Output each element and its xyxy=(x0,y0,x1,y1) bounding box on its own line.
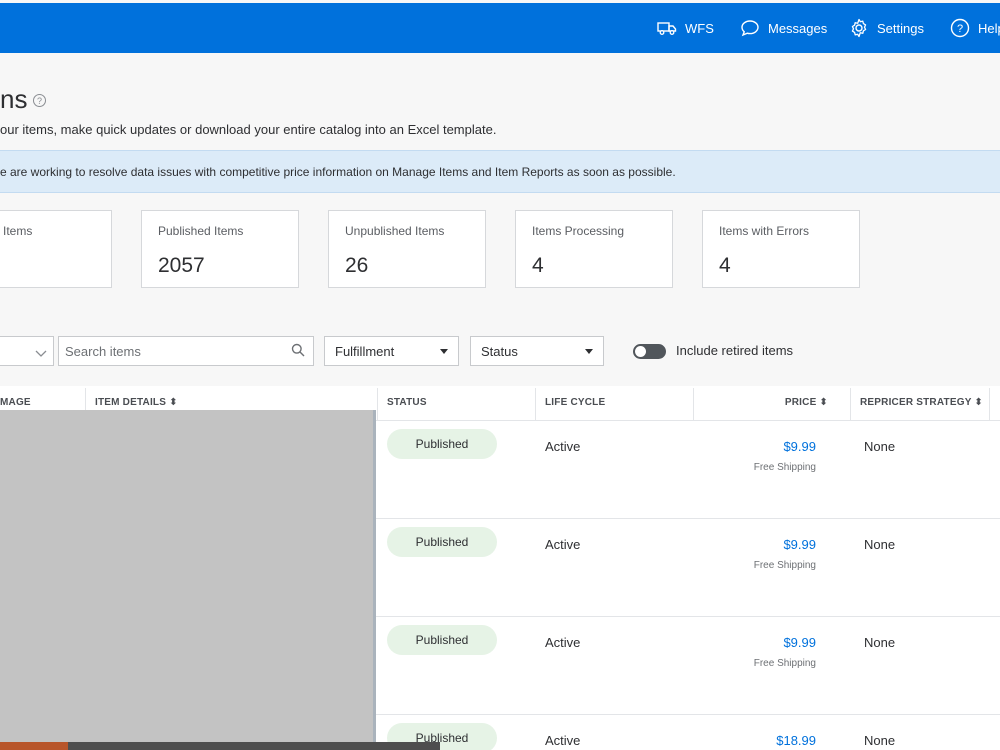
price-link[interactable]: $9.99 xyxy=(783,635,816,650)
caret-down-icon xyxy=(585,349,593,354)
gear-icon xyxy=(849,18,869,38)
help-nav-item[interactable]: ? Help xyxy=(950,3,1000,53)
price-link[interactable]: $9.99 xyxy=(783,439,816,454)
card-unpublished-items[interactable]: Unpublished Items 26 xyxy=(328,210,486,288)
column-header-status: STATUS xyxy=(387,397,427,408)
life-cycle-value: Active xyxy=(545,537,581,552)
status-badge: Published xyxy=(387,429,497,459)
column-divider xyxy=(535,388,536,420)
row-divider xyxy=(376,616,1000,617)
card-items-processing[interactable]: Items Processing 4 xyxy=(515,210,673,288)
wfs-label: WFS xyxy=(685,20,714,36)
card-label: Unpublished Items xyxy=(345,224,445,238)
status-badge: Published xyxy=(387,527,497,557)
card-label: Published Items xyxy=(158,224,244,238)
product-thumbnail[interactable] xyxy=(0,742,68,750)
top-navigation-bar: WFS Messages Settings ? Help xyxy=(0,3,1000,53)
life-cycle-value: Active xyxy=(545,439,581,454)
price-link[interactable]: $18.99 xyxy=(776,733,816,748)
wfs-nav-item[interactable]: WFS xyxy=(657,3,714,53)
status-dropdown[interactable]: Status xyxy=(470,336,604,366)
page-subtitle: our items, make quick updates or downloa… xyxy=(0,122,497,137)
card-label: Items xyxy=(3,224,33,238)
repricer-strategy-value: None xyxy=(864,635,896,650)
card-value: 26 xyxy=(345,254,369,277)
search-placeholder: Search items xyxy=(65,343,141,359)
card-items-with-errors[interactable]: Items with Errors 4 xyxy=(702,210,860,288)
card-all-items[interactable]: Items xyxy=(0,210,112,288)
shipping-text: Free Shipping xyxy=(753,462,816,473)
redacted-item-title xyxy=(68,742,440,750)
card-published-items[interactable]: Published Items 2057 xyxy=(141,210,299,288)
life-cycle-value: Active xyxy=(545,733,581,748)
shipping-text: Free Shipping xyxy=(753,560,816,571)
column-header-image: MAGE xyxy=(0,397,31,408)
toggle-knob xyxy=(635,346,646,357)
card-label: Items Processing xyxy=(532,224,625,238)
column-divider xyxy=(989,388,990,420)
chevron-down-icon xyxy=(35,345,47,363)
caret-down-icon xyxy=(440,349,448,354)
info-help-icon[interactable]: ? xyxy=(33,94,46,107)
svg-text:?: ? xyxy=(957,23,963,35)
fulfillment-dropdown[interactable]: Fulfillment xyxy=(324,336,459,366)
column-header-item-details[interactable]: ITEM DETAILS ⬍ xyxy=(95,397,178,408)
chat-bubble-icon xyxy=(740,19,760,37)
repricer-strategy-value: None xyxy=(864,537,896,552)
status-label: Status xyxy=(481,343,518,359)
fulfillment-label: Fulfillment xyxy=(335,343,395,359)
column-header-repricer-strategy[interactable]: REPRICER STRATEGY ⬍ xyxy=(860,397,983,408)
column-divider xyxy=(850,388,851,420)
search-input[interactable]: Search items xyxy=(58,336,314,366)
help-icon: ? xyxy=(950,18,970,38)
column-divider xyxy=(377,388,378,420)
card-value: 4 xyxy=(719,254,731,277)
truck-icon xyxy=(657,20,677,36)
include-retired-label: Include retired items xyxy=(676,343,794,358)
settings-label: Settings xyxy=(877,20,924,36)
card-label: Items with Errors xyxy=(719,224,810,238)
search-category-select[interactable] xyxy=(0,336,54,366)
notice-text: e are working to resolve data issues wit… xyxy=(0,164,676,179)
row-divider xyxy=(376,518,1000,519)
repricer-strategy-value: None xyxy=(864,439,896,454)
settings-nav-item[interactable]: Settings xyxy=(849,3,924,53)
column-header-life-cycle: LIFE CYCLE xyxy=(545,397,606,408)
life-cycle-value: Active xyxy=(545,635,581,650)
column-divider xyxy=(693,388,694,420)
repricer-strategy-value: None xyxy=(864,733,896,748)
messages-label: Messages xyxy=(768,20,828,36)
column-header-price[interactable]: PRICE ⬍ xyxy=(785,397,828,408)
data-issue-notice-banner: e are working to resolve data issues wit… xyxy=(0,150,1000,193)
shipping-text: Free Shipping xyxy=(753,658,816,669)
price-link[interactable]: $9.99 xyxy=(783,537,816,552)
redacted-item-details-area xyxy=(0,410,376,745)
messages-nav-item[interactable]: Messages xyxy=(740,3,827,53)
help-label: Help xyxy=(978,20,1000,36)
card-value: 4 xyxy=(532,254,544,277)
row-divider xyxy=(376,714,1000,715)
status-badge: Published xyxy=(387,625,497,655)
include-retired-toggle[interactable] xyxy=(633,344,666,359)
card-value: 2057 xyxy=(158,254,205,277)
page-title: ns xyxy=(0,84,28,114)
search-icon[interactable] xyxy=(291,343,305,360)
